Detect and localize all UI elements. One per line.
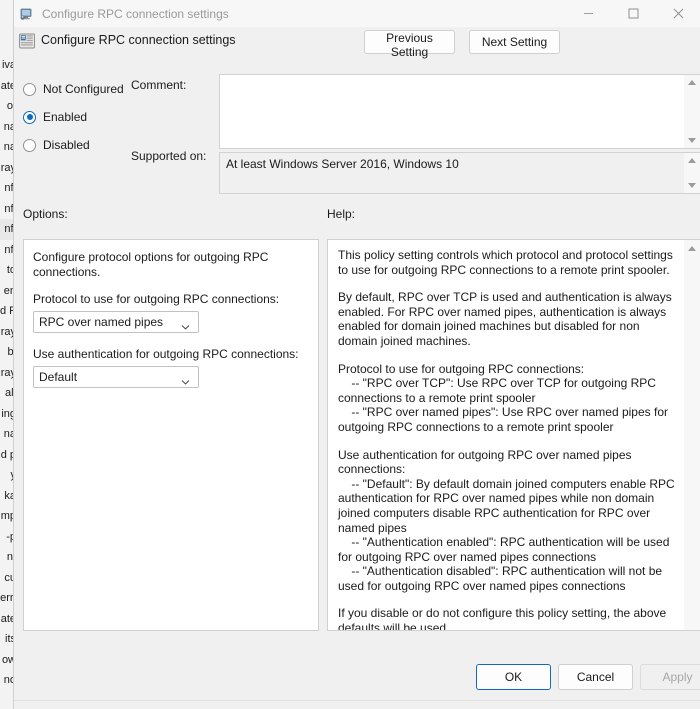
scroll-up-icon[interactable] [685, 153, 700, 168]
help-paragraph: Protocol to use for outgoing RPC connect… [338, 361, 668, 434]
comment-label: Comment: [131, 78, 187, 92]
help-pane: This policy setting controls which proto… [327, 239, 684, 631]
options-section-label: Options: [23, 207, 68, 221]
dialog-titlebar: Configure RPC connection settings [14, 0, 700, 27]
scroll-up-icon[interactable] [685, 241, 700, 256]
scroll-up-icon[interactable] [685, 75, 700, 90]
help-paragraph: This policy setting controls which proto… [338, 248, 677, 277]
supported-on-value: At least Windows Server 2016, Windows 10 [219, 152, 700, 194]
radio-disabled[interactable]: Disabled [23, 136, 90, 154]
help-scrollbar[interactable] [684, 239, 700, 631]
page-title: Configure RPC connection settings [41, 33, 236, 47]
chevron-down-icon [181, 373, 190, 385]
protocol-dropdown-value: RPC over named pipes [39, 315, 164, 329]
maximize-icon[interactable] [611, 0, 656, 27]
comment-input[interactable] [219, 74, 700, 149]
close-icon[interactable] [656, 0, 700, 27]
radio-enabled-mark [23, 110, 36, 124]
supported-on-label: Supported on: [131, 149, 207, 163]
help-paragraph: Use authentication for outgoing RPC over… [338, 447, 675, 593]
protocol-dropdown[interactable]: RPC over named pipes [33, 311, 199, 333]
options-pane: Configure protocol options for outgoing … [23, 239, 319, 631]
computer-icon [18, 6, 34, 22]
protocol-label: Protocol to use for outgoing RPC connect… [33, 292, 280, 306]
chevron-down-icon [181, 318, 190, 330]
options-description: Configure protocol options for outgoing … [33, 250, 269, 279]
window-controls [566, 0, 700, 27]
previous-setting-button[interactable]: Previous Setting [364, 30, 455, 59]
next-setting-button[interactable]: Next Setting [469, 30, 560, 54]
scroll-down-icon[interactable] [685, 178, 700, 193]
radio-not-configured-label: Not Configured [43, 82, 124, 96]
minimize-icon[interactable] [566, 0, 611, 27]
help-paragraph: If you disable or do not configure this … [338, 606, 670, 631]
help-section-label: Help: [327, 207, 356, 221]
authentication-dropdown[interactable]: Default [33, 366, 199, 388]
auth-label: Use authentication for outgoing RPC conn… [33, 347, 299, 361]
comment-scrollbar[interactable] [684, 74, 700, 149]
ok-button[interactable]: OK [476, 664, 551, 690]
authentication-dropdown-value: Default [39, 370, 78, 384]
supported-on-scrollbar[interactable] [684, 152, 700, 194]
help-paragraph: By default, RPC over TCP is used and aut… [338, 290, 676, 348]
radio-not-configured[interactable]: Not Configured [23, 80, 124, 98]
radio-disabled-mark [23, 138, 36, 152]
dialog-header: Configure RPC connection settings Previo… [14, 27, 700, 63]
cancel-button[interactable]: Cancel [558, 664, 633, 690]
footer-divider [14, 700, 700, 709]
radio-disabled-label: Disabled [43, 138, 90, 152]
scroll-down-icon[interactable] [685, 133, 700, 148]
radio-enabled-label: Enabled [43, 110, 88, 124]
dialog-footer: OK Cancel Apply [14, 651, 700, 709]
radio-enabled[interactable]: Enabled [23, 108, 87, 126]
titlebar-title: Configure RPC connection settings [42, 6, 229, 21]
apply-button: Apply [640, 664, 700, 690]
radio-not-configured-mark [23, 82, 36, 96]
policy-setting-icon [18, 32, 36, 50]
policy-setting-dialog: Configure RPC connection settings Config… [13, 0, 700, 709]
